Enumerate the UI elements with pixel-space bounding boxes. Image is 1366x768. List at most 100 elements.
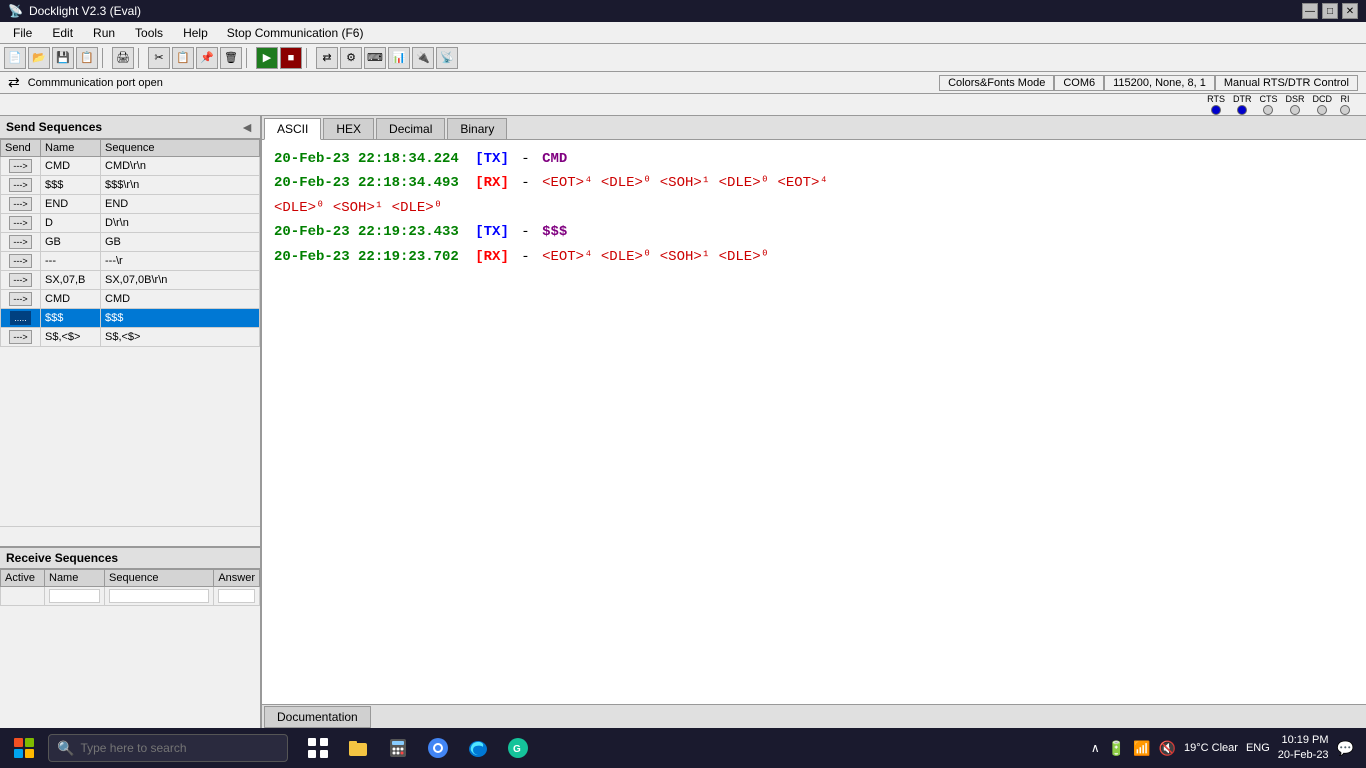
- send-seq-row[interactable]: ..... $$$ $$$: [1, 309, 260, 328]
- keyboard-button[interactable]: ⌨: [364, 47, 386, 69]
- log-content-4: <EOT>⁴ <DLE>⁰ <SOH>¹ <DLE>⁰: [542, 246, 769, 268]
- settings-button[interactable]: ⚙: [340, 47, 362, 69]
- win-logo-blue: [14, 749, 23, 758]
- file-explorer-button[interactable]: [340, 730, 376, 766]
- save-button[interactable]: 💾: [52, 47, 74, 69]
- send-btn-5[interactable]: --->: [9, 254, 31, 268]
- send-arrow-cell[interactable]: --->: [1, 328, 41, 347]
- print-button[interactable]: 🖨: [112, 47, 134, 69]
- recv-seq-cell[interactable]: [105, 587, 214, 606]
- tab-hex[interactable]: HEX: [323, 118, 374, 139]
- send-seq-row[interactable]: ---> CMD CMD\r\n: [1, 157, 260, 176]
- edge-button[interactable]: [460, 730, 496, 766]
- paste-button[interactable]: 📌: [196, 47, 218, 69]
- recv-name-cell[interactable]: [45, 587, 105, 606]
- send-btn-7[interactable]: --->: [9, 292, 31, 306]
- task-view-button[interactable]: [300, 730, 336, 766]
- send-arrow-cell[interactable]: --->: [1, 176, 41, 195]
- send-seq-row[interactable]: ---> END END: [1, 195, 260, 214]
- recv-seq-input[interactable]: [109, 589, 209, 603]
- status-bar: ⇄ Commmunication port open Colors&Fonts …: [0, 72, 1366, 94]
- extra-button2[interactable]: 🔌: [412, 47, 434, 69]
- menu-help[interactable]: Help: [174, 23, 217, 43]
- notification-icon[interactable]: 💬: [1337, 740, 1354, 757]
- send-seq-row[interactable]: ---> $$$ $$$\r\n: [1, 176, 260, 195]
- send-name-cell: S$,<$>: [41, 328, 101, 347]
- menu-file[interactable]: File: [4, 23, 41, 43]
- network-icon: 📶: [1133, 740, 1150, 757]
- send-arrow-cell[interactable]: --->: [1, 290, 41, 309]
- search-bar[interactable]: 🔍: [48, 734, 288, 762]
- edge-icon: [467, 737, 489, 759]
- send-arrow-cell[interactable]: --->: [1, 233, 41, 252]
- channel1-button[interactable]: ⇄: [316, 47, 338, 69]
- extra-button3[interactable]: 📡: [436, 47, 458, 69]
- stop-button[interactable]: ■: [280, 47, 302, 69]
- extra-button1[interactable]: 📊: [388, 47, 410, 69]
- send-sequence-cell: D\r\n: [101, 214, 260, 233]
- svg-text:G: G: [513, 744, 521, 755]
- send-btn-0[interactable]: --->: [9, 159, 31, 173]
- win-logo-red: [14, 738, 23, 747]
- recv-name-input[interactable]: [49, 589, 100, 603]
- send-seq-row[interactable]: ---> S$,<$> S$,<$>: [1, 328, 260, 347]
- recv-answer-cell[interactable]: [214, 587, 260, 606]
- dsr-dot: [1290, 105, 1300, 115]
- send-btn-1[interactable]: --->: [9, 178, 31, 192]
- save-as-button[interactable]: 📋: [76, 47, 98, 69]
- dcd-signal: DCD: [1313, 94, 1333, 115]
- grammarly-button[interactable]: G: [500, 730, 536, 766]
- clear-button[interactable]: 🗑: [220, 47, 242, 69]
- ri-dot: [1340, 105, 1350, 115]
- send-seq-row[interactable]: ---> D D\r\n: [1, 214, 260, 233]
- send-arrow-cell[interactable]: --->: [1, 157, 41, 176]
- col-sequence: Sequence: [101, 140, 260, 157]
- com-port-cell: COM6: [1054, 75, 1104, 91]
- app-title: Docklight V2.3 (Eval): [29, 4, 141, 18]
- chrome-button[interactable]: [420, 730, 456, 766]
- date-label: 20-Feb-23: [1278, 748, 1329, 763]
- search-input[interactable]: [80, 741, 260, 755]
- collapse-send-button[interactable]: ◄: [240, 119, 254, 135]
- rts-dtr-cell: Manual RTS/DTR Control: [1215, 75, 1358, 91]
- maximize-button[interactable]: □: [1322, 3, 1338, 19]
- close-button[interactable]: ✕: [1342, 3, 1358, 19]
- taskbar: 🔍: [0, 728, 1366, 768]
- menu-tools[interactable]: Tools: [126, 23, 172, 43]
- start-button[interactable]: [4, 728, 44, 768]
- send-arrow-cell[interactable]: --->: [1, 195, 41, 214]
- send-btn-2[interactable]: --->: [9, 197, 31, 211]
- send-seq-row[interactable]: ---> --- ---\r: [1, 252, 260, 271]
- send-arrow-cell[interactable]: --->: [1, 214, 41, 233]
- cut-button[interactable]: ✂: [148, 47, 170, 69]
- send-btn-6[interactable]: --->: [9, 273, 31, 287]
- send-btn-8[interactable]: .....: [10, 311, 31, 325]
- doc-tab[interactable]: Documentation: [264, 706, 371, 728]
- tab-ascii[interactable]: ASCII: [264, 118, 321, 140]
- send-btn-4[interactable]: --->: [9, 235, 31, 249]
- stop-communication-button[interactable]: Stop Communication (F6): [219, 24, 372, 42]
- run-button[interactable]: ▶: [256, 47, 278, 69]
- menu-run[interactable]: Run: [84, 23, 124, 43]
- tab-decimal[interactable]: Decimal: [376, 118, 445, 139]
- send-seq-row[interactable]: ---> CMD CMD: [1, 290, 260, 309]
- chevron-up-icon[interactable]: ∧: [1091, 741, 1100, 755]
- open-button[interactable]: 📂: [28, 47, 50, 69]
- tab-binary[interactable]: Binary: [447, 118, 507, 139]
- send-arrow-cell[interactable]: --->: [1, 252, 41, 271]
- recv-answer-input[interactable]: [218, 589, 255, 603]
- send-seq-row[interactable]: ---> GB GB: [1, 233, 260, 252]
- copy-button[interactable]: 📋: [172, 47, 194, 69]
- calculator-button[interactable]: [380, 730, 416, 766]
- menu-edit[interactable]: Edit: [43, 23, 82, 43]
- send-seq-row[interactable]: ---> SX,07,B SX,07,0B\r\n: [1, 271, 260, 290]
- minimize-button[interactable]: —: [1302, 3, 1318, 19]
- taskbar-icons: G: [300, 730, 536, 766]
- log-sep-3: [463, 221, 471, 243]
- send-arrow-cell[interactable]: .....: [1, 309, 41, 328]
- recv-active-cell: [1, 587, 45, 606]
- new-button[interactable]: 📄: [4, 47, 26, 69]
- send-btn-3[interactable]: --->: [9, 216, 31, 230]
- send-arrow-cell[interactable]: --->: [1, 271, 41, 290]
- send-btn-9[interactable]: --->: [9, 330, 31, 344]
